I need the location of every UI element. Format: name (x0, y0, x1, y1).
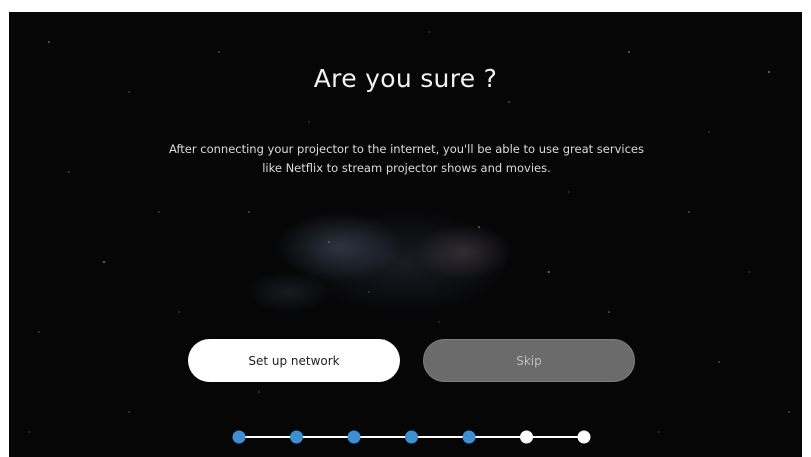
progress-step-completed (405, 430, 418, 444)
progress-step-completed (290, 430, 303, 444)
progress-step-completed (462, 430, 476, 444)
setup-screen: Are you sure ? After connecting your pro… (9, 12, 802, 457)
progress-step-completed (347, 430, 361, 444)
set-up-network-button[interactable]: Set up network (188, 339, 400, 382)
progress-step-pending (577, 430, 591, 444)
page-title: Are you sure ? (313, 64, 498, 93)
skip-button[interactable]: Skip (423, 339, 635, 382)
description-text: After connecting your projector to the i… (168, 142, 644, 175)
setup-progress-indicator (232, 430, 591, 444)
progress-step-completed (232, 430, 246, 444)
progress-step-pending (520, 430, 533, 444)
